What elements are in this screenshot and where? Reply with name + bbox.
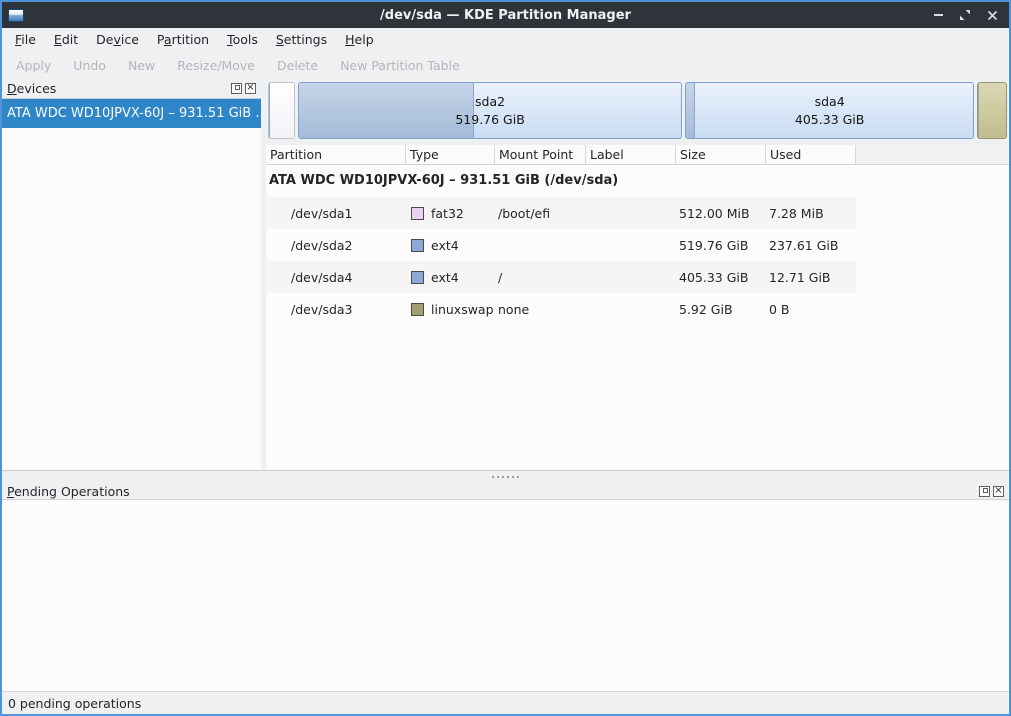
close-icon[interactable]	[986, 9, 998, 21]
kde-partition-manager-window: /dev/sda — KDE Partition Manager File Ed…	[0, 0, 1011, 716]
column-header-used[interactable]: Used	[766, 145, 856, 164]
type-swatch	[411, 207, 424, 220]
used-overlay	[686, 83, 695, 138]
undo-button[interactable]: Undo	[62, 58, 117, 73]
new-button[interactable]: New	[117, 58, 166, 73]
partition-row[interactable]: /dev/sda3 linuxswap none 5.92 GiB 0 B	[266, 293, 856, 325]
statusbar: 0 pending operations	[2, 691, 1009, 714]
type-swatch	[411, 239, 424, 252]
column-header-mount-point[interactable]: Mount Point	[495, 145, 586, 164]
window-controls	[932, 9, 1009, 21]
apply-button[interactable]: Apply	[5, 58, 62, 73]
partition-row[interactable]: /dev/sda4 ext4 / 405.33 GiB 12.71 GiB	[266, 261, 856, 293]
window-title: /dev/sda — KDE Partition Manager	[2, 8, 1009, 23]
device-group-row[interactable]: ATA WDC WD10JPVX-60J – 931.51 GiB (/dev/…	[266, 165, 856, 197]
device-list: ATA WDC WD10JPVX-60J – 931.51 GiB ...	[2, 99, 261, 470]
dock-float-icon[interactable]	[979, 486, 990, 497]
column-header-size[interactable]: Size	[676, 145, 766, 164]
dock-close-icon[interactable]: ×	[245, 83, 256, 94]
resize-move-button[interactable]: Resize/Move	[166, 58, 266, 73]
pending-operations-header: Pending Operations ×	[2, 483, 1009, 500]
new-partition-table-button[interactable]: New Partition Table	[329, 58, 471, 73]
toolbar: Apply Undo New Resize/Move Delete New Pa…	[2, 52, 1009, 78]
horizontal-splitter[interactable]	[2, 471, 1009, 483]
partition-segment-sda4[interactable]: sda4405.33 GiB	[685, 82, 975, 139]
titlebar[interactable]: /dev/sda — KDE Partition Manager	[2, 2, 1009, 28]
device-list-item[interactable]: ATA WDC WD10JPVX-60J – 931.51 GiB ...	[2, 99, 261, 128]
column-header-type[interactable]: Type	[406, 145, 495, 164]
menu-device[interactable]: Device	[87, 28, 148, 52]
app-icon	[8, 9, 24, 22]
menu-edit[interactable]: Edit	[45, 28, 87, 52]
used-overlay	[299, 83, 473, 138]
column-header-label[interactable]: Label	[586, 145, 676, 164]
column-header-partition[interactable]: Partition	[266, 145, 406, 164]
type-swatch	[411, 303, 424, 316]
menu-partition[interactable]: Partition	[148, 28, 218, 52]
delete-button[interactable]: Delete	[266, 58, 329, 73]
menu-file[interactable]: File	[6, 28, 45, 52]
menu-help[interactable]: Help	[336, 28, 383, 52]
minimize-icon[interactable]	[932, 9, 944, 21]
partition-segment-sda1[interactable]	[268, 82, 295, 139]
table-header: Partition Type Mount Point Label Size Us…	[266, 145, 1009, 165]
devices-panel: Devices × ATA WDC WD10JPVX-60J – 931.51 …	[2, 78, 261, 470]
partition-row[interactable]: /dev/sda2 ext4 519.76 GiB 237.61 GiB	[266, 229, 856, 261]
pending-operations-title: Pending Operations	[7, 484, 130, 499]
type-swatch	[411, 271, 424, 284]
pending-operations-count: 0 pending operations	[8, 696, 141, 711]
used-overlay	[269, 83, 270, 138]
menubar: File Edit Device Partition Tools Setting…	[2, 28, 1009, 52]
main-area: Devices × ATA WDC WD10JPVX-60J – 931.51 …	[2, 78, 1009, 471]
maximize-icon[interactable]	[959, 9, 971, 21]
pending-operations-list	[2, 500, 1009, 691]
partition-row[interactable]: /dev/sda1 fat32 /boot/efi 512.00 MiB 7.2…	[266, 197, 856, 229]
dock-float-icon[interactable]	[231, 83, 242, 94]
partition-bar: sda2519.76 GiB sda4405.33 GiB	[266, 78, 1009, 145]
devices-panel-header: Devices ×	[2, 78, 261, 99]
used-overlay	[978, 83, 979, 138]
right-pane: sda2519.76 GiB sda4405.33 GiB Partition	[266, 78, 1009, 470]
partition-table: Partition Type Mount Point Label Size Us…	[266, 145, 1009, 470]
dock-close-icon[interactable]: ×	[993, 486, 1004, 497]
devices-panel-title: Devices	[7, 81, 56, 96]
pending-operations-panel: Pending Operations ×	[2, 483, 1009, 691]
menu-settings[interactable]: Settings	[267, 28, 336, 52]
partition-segment-sda2[interactable]: sda2519.76 GiB	[298, 82, 681, 139]
partition-segment-sda3[interactable]	[977, 82, 1007, 139]
menu-tools[interactable]: Tools	[218, 28, 267, 52]
